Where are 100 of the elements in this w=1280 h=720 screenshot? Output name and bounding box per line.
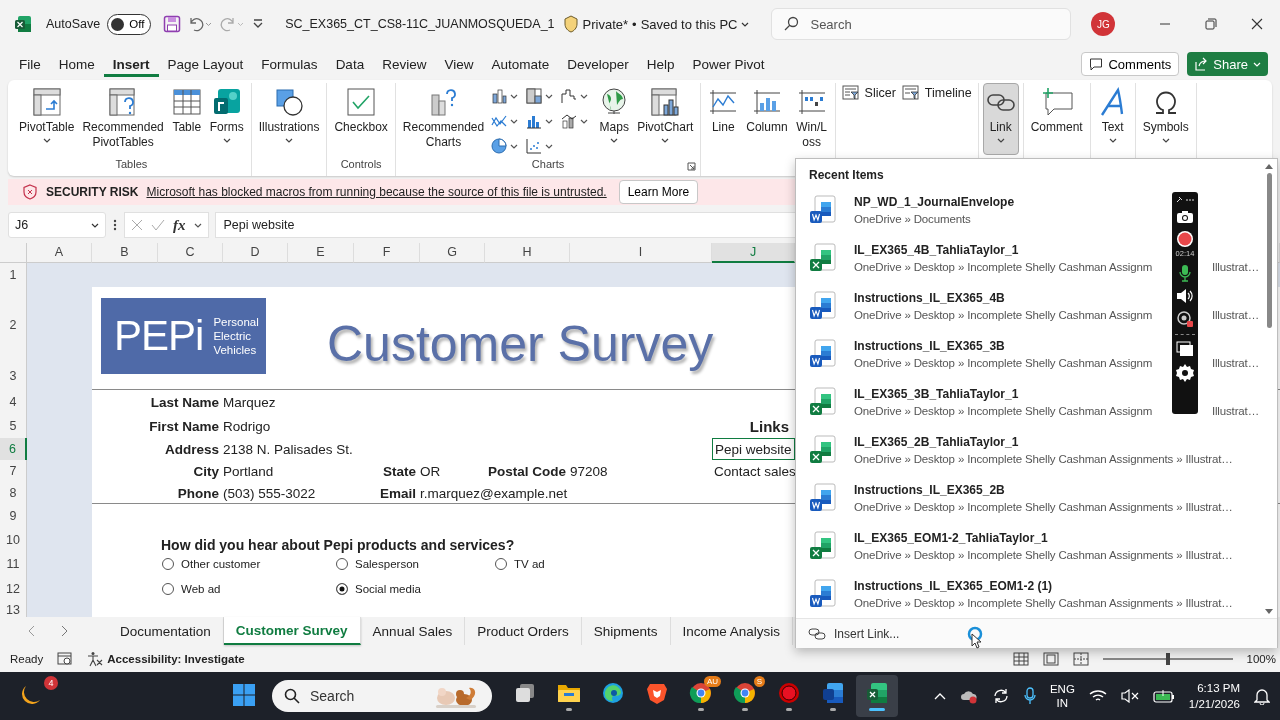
column-header[interactable]: G (420, 243, 485, 263)
learn-more-button[interactable]: Learn More (618, 180, 699, 204)
page-break-view-icon[interactable] (1072, 652, 1089, 666)
accessibility-status[interactable]: Accessibility: Investigate (107, 653, 245, 665)
ribbon-button[interactable]: PivotChart (634, 83, 697, 155)
save-icon[interactable] (163, 15, 182, 33)
app-logo-icon[interactable] (14, 15, 32, 33)
insert-link-button[interactable]: Insert Link... (808, 626, 900, 641)
language-indicator[interactable]: ENG IN (1049, 682, 1075, 710)
more-options-icon[interactable] (112, 218, 118, 232)
file-name[interactable]: NP_WD_1_JournalEnvelope (854, 195, 1015, 209)
ribbon-button[interactable]: Table (168, 83, 205, 155)
column-header[interactable]: F (354, 243, 420, 263)
ribbon-button[interactable]: Link (982, 83, 1019, 155)
pin-icon[interactable] (1175, 196, 1195, 204)
ribbon-button[interactable]: Text (1094, 83, 1131, 155)
autosave-toggle[interactable]: Off (107, 13, 152, 35)
row-header[interactable]: 5 (0, 414, 27, 438)
file-name[interactable]: IL_EX365_2B_TahliaTaylor_1 (854, 435, 1019, 449)
ribbon-button[interactable]: Illustrations (255, 83, 323, 155)
sheet-tab[interactable]: Income Analysis (670, 617, 794, 645)
clock[interactable]: 6:13 PM 1/21/2026 (1188, 680, 1240, 712)
row-header[interactable]: 1 (0, 263, 27, 287)
scroll-down-icon[interactable] (1265, 609, 1273, 615)
ribbon-button[interactable]: Recommended PivotTables (79, 83, 167, 155)
sheet-tab[interactable]: Shipments (581, 617, 671, 645)
page-layout-view-icon[interactable] (1042, 652, 1059, 666)
name-box[interactable]: J6 (8, 212, 106, 238)
ribbon-tab[interactable]: Insert (103, 51, 159, 77)
security-message-link[interactable]: Microsoft has blocked macros from running because the source of this file is untrusted. (146, 185, 607, 199)
field-value[interactable]: Marquez (223, 394, 712, 410)
column-header[interactable]: D (223, 243, 288, 263)
insert-function-button[interactable]: fx (173, 216, 186, 234)
comments-button[interactable]: Comments (1081, 52, 1180, 76)
search-field[interactable]: Search (771, 8, 1072, 40)
column-header[interactable]: H (485, 243, 570, 263)
dialog-launcher-icon[interactable] (687, 162, 697, 171)
ribbon-small-button[interactable]: Timeline (899, 83, 974, 103)
camera-icon[interactable] (1176, 210, 1194, 224)
microphone-icon[interactable] (1178, 264, 1192, 282)
ribbon-button[interactable]: Comment (1027, 83, 1086, 155)
normal-view-icon[interactable] (1012, 652, 1029, 666)
ribbon-button[interactable]: Line (705, 83, 742, 155)
ribbon-button[interactable]: Maps (596, 83, 633, 155)
scrollbar-thumb[interactable] (1266, 173, 1272, 328)
field-value[interactable]: Rodrigo (223, 418, 712, 434)
macro-recording-icon[interactable] (57, 652, 74, 666)
link-cell[interactable]: Pepi website (712, 438, 795, 460)
field-value[interactable]: 97208 (570, 463, 712, 479)
row-header[interactable]: 12 (0, 575, 27, 603)
file-name[interactable]: IL_EX365_4B_TahliaTaylor_1 (854, 243, 1019, 257)
microphone-icon[interactable] (1023, 687, 1036, 705)
taskbar-search-field[interactable]: Search (272, 680, 492, 712)
record-icon[interactable] (1176, 230, 1194, 248)
save-status[interactable]: Saved to this PC (640, 16, 738, 32)
row-header[interactable]: 13 (0, 603, 27, 617)
field-value[interactable]: OR (420, 463, 485, 479)
battery-charging-icon[interactable] (1152, 689, 1175, 703)
column-header[interactable]: J (712, 243, 795, 263)
zoom-level[interactable]: 100% (1246, 653, 1276, 665)
link-cell[interactable]: Contact sales (712, 460, 795, 482)
share-button[interactable]: Share (1187, 52, 1268, 76)
file-name[interactable]: Instructions_IL_EX365_EOM1-2 (1) (854, 579, 1053, 593)
speaker-icon[interactable] (1176, 288, 1194, 304)
column-header[interactable]: B (92, 243, 158, 263)
column-header[interactable]: E (288, 243, 354, 263)
row-header[interactable]: 7 (0, 460, 27, 482)
row-header[interactable]: 2 (0, 287, 27, 362)
window-icon[interactable] (1176, 341, 1194, 357)
undo-icon[interactable] (187, 15, 214, 33)
chevron-up-icon[interactable] (933, 692, 946, 700)
file-name[interactable]: Instructions_IL_EX365_4B (854, 291, 1005, 305)
sheet-tab[interactable]: Documentation (108, 617, 224, 645)
row-header[interactable]: 10 (0, 527, 27, 553)
file-name[interactable]: IL_EX365_EOM1-2_TahliaTaylor_1 (854, 531, 1048, 545)
column-header[interactable]: A (27, 243, 92, 263)
taskbar-app-button[interactable] (856, 675, 898, 717)
sync-icon[interactable] (991, 688, 1010, 704)
ribbon-tab[interactable]: Page Layout (158, 51, 253, 77)
zoom-slider-thumb[interactable] (1165, 653, 1170, 665)
ribbon-tab[interactable]: Formulas (252, 51, 327, 77)
ribbon-small-button[interactable]: Slicer (839, 83, 898, 103)
column-header[interactable]: C (158, 243, 223, 263)
notification-bell-icon[interactable] (1254, 687, 1270, 705)
field-value[interactable]: Portland (223, 463, 354, 479)
sheet-tab[interactable]: Product Orders (465, 617, 582, 645)
ribbon-tab[interactable]: Automate (482, 51, 559, 77)
sheet-tab[interactable]: Customer Survey (223, 617, 361, 645)
webcam-off-icon[interactable] (1176, 310, 1194, 328)
settings-icon[interactable] (1175, 363, 1195, 383)
muted-speaker-icon[interactable] (1120, 689, 1139, 703)
row-header[interactable]: 11 (0, 553, 27, 575)
ribbon-tab[interactable]: Help (637, 51, 684, 77)
field-value[interactable]: r.marquez@example.net (420, 485, 712, 501)
ribbon-button[interactable]: Recommended Charts (399, 83, 488, 155)
field-value[interactable]: 2138 N. Palisades St. (223, 441, 712, 457)
ribbon-button[interactable]: PivotTable (16, 83, 78, 155)
sheet-tab[interactable]: Annual Sales (360, 617, 466, 645)
row-header[interactable]: 9 (0, 504, 27, 527)
ribbon-button[interactable]: Column (743, 83, 791, 155)
